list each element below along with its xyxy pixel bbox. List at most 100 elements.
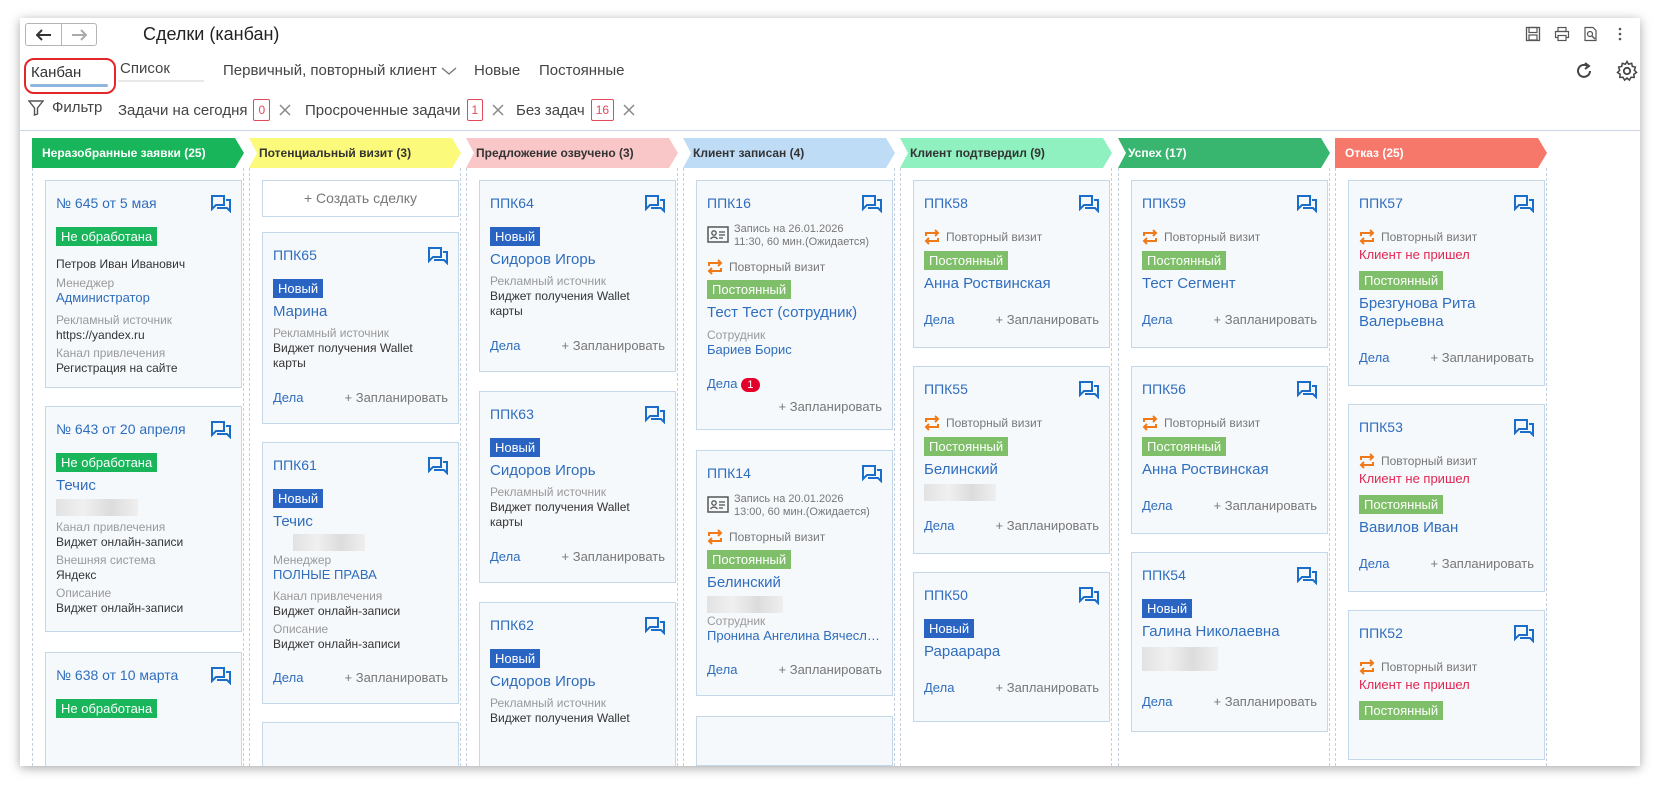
- print-icon[interactable]: [1553, 25, 1570, 42]
- save-icon[interactable]: [1524, 25, 1541, 42]
- client-link[interactable]: Сидоров Игорь: [490, 673, 670, 691]
- deal-number[interactable]: № 645 от 5 мая: [56, 195, 157, 211]
- deals-link[interactable]: Дела: [1142, 498, 1172, 513]
- plan-button[interactable]: + Запланировать: [996, 312, 1099, 327]
- deals-link[interactable]: Дела: [924, 518, 954, 533]
- deals-link[interactable]: Дела 1: [707, 376, 760, 392]
- deal-card[interactable]: № 643 от 20 апреля Не обработана Течис К…: [45, 406, 242, 632]
- more-icon[interactable]: [1611, 25, 1628, 42]
- deals-link[interactable]: Дела: [924, 312, 954, 327]
- deal-card[interactable]: № 638 от 10 марта Не обработана: [45, 652, 242, 766]
- deal-card[interactable]: [262, 722, 459, 766]
- deal-number[interactable]: № 643 от 20 апреля: [56, 421, 186, 437]
- deal-number[interactable]: ППК65: [273, 247, 317, 263]
- deal-number[interactable]: ППК56: [1142, 381, 1186, 397]
- chat-icon[interactable]: [1514, 195, 1534, 213]
- deal-card[interactable]: ППК52 Повторный визит Клиент не пришел П…: [1348, 610, 1545, 760]
- deal-number[interactable]: ППК57: [1359, 195, 1403, 211]
- employee-link[interactable]: Пронина Ангелина Вячеславовна: [707, 628, 885, 643]
- client-link[interactable]: Рараарара: [924, 643, 1104, 661]
- deals-link[interactable]: Дела: [1142, 694, 1172, 709]
- client-link[interactable]: Марина: [273, 303, 453, 321]
- filter-permanent[interactable]: Постоянные: [539, 62, 624, 79]
- client-link[interactable]: Белинский: [924, 461, 1104, 479]
- gear-icon[interactable]: [1616, 60, 1638, 82]
- chat-icon[interactable]: [1079, 587, 1099, 605]
- plan-button[interactable]: + Запланировать: [345, 390, 448, 405]
- deal-card[interactable]: ППК50 Новый Рараарара Дела + Запланирова…: [913, 572, 1110, 722]
- deal-card[interactable]: ППК59 Повторный визит Постоянный Тест Се…: [1131, 180, 1328, 348]
- forward-button[interactable]: [61, 24, 96, 45]
- deal-number[interactable]: № 638 от 10 марта: [56, 667, 178, 683]
- chat-icon[interactable]: [211, 667, 231, 685]
- deal-card[interactable]: ППК53 Повторный визит Клиент не пришел П…: [1348, 404, 1545, 592]
- chat-icon[interactable]: [211, 421, 231, 439]
- deals-link[interactable]: Дела: [273, 670, 303, 685]
- filter-no-tasks[interactable]: Без задач 16: [516, 99, 636, 121]
- client-link[interactable]: Тест Тест (сотрудник): [707, 304, 887, 322]
- manager-link[interactable]: Администратор: [56, 290, 234, 305]
- deal-number[interactable]: ППК55: [924, 381, 968, 397]
- deals-link[interactable]: Дела: [273, 390, 303, 405]
- deals-link[interactable]: Дела: [1359, 350, 1389, 365]
- plan-button[interactable]: + Запланировать: [562, 549, 665, 564]
- plan-button[interactable]: + Запланировать: [1214, 498, 1317, 513]
- chat-icon[interactable]: [645, 617, 665, 635]
- client-type-dropdown[interactable]: Первичный, повторный клиент: [223, 62, 457, 79]
- deal-card[interactable]: ППК58 Повторный визит Постоянный Анна Ро…: [913, 180, 1110, 348]
- plan-button[interactable]: + Запланировать: [996, 680, 1099, 695]
- deal-card[interactable]: ППК56 Повторный визит Постоянный Анна Ро…: [1131, 366, 1328, 534]
- plan-button[interactable]: + Запланировать: [996, 518, 1099, 533]
- deal-card[interactable]: ППК55 Повторный визит Постоянный Белинск…: [913, 366, 1110, 554]
- deal-number[interactable]: ППК61: [273, 457, 317, 473]
- client-link[interactable]: Сидоров Игорь: [490, 462, 670, 480]
- close-icon[interactable]: [491, 103, 505, 117]
- client-link[interactable]: Течис: [56, 477, 236, 495]
- deals-link[interactable]: Дела: [707, 662, 737, 677]
- deal-number[interactable]: ППК62: [490, 617, 534, 633]
- chat-icon[interactable]: [645, 195, 665, 213]
- deals-link[interactable]: Дела: [490, 338, 520, 353]
- deal-number[interactable]: ППК50: [924, 587, 968, 603]
- client-link[interactable]: Тест Сегмент: [1142, 275, 1322, 293]
- deal-card[interactable]: ППК63 Новый Сидоров Игорь Рекламный исто…: [479, 391, 676, 583]
- chat-icon[interactable]: [1079, 195, 1099, 213]
- tab-list[interactable]: Список: [120, 60, 170, 77]
- chat-icon[interactable]: [862, 465, 882, 483]
- deals-link[interactable]: Дела: [924, 680, 954, 695]
- refresh-icon[interactable]: [1574, 61, 1594, 81]
- filter-today[interactable]: Задачи на сегодня 0: [118, 99, 292, 121]
- deal-number[interactable]: ППК54: [1142, 567, 1186, 583]
- plan-button[interactable]: + Запланировать: [779, 399, 882, 414]
- plan-button[interactable]: + Запланировать: [1431, 350, 1534, 365]
- plan-button[interactable]: + Запланировать: [779, 662, 882, 677]
- deal-card[interactable]: ППК54 Новый Галина Николаевна Дела + Зап…: [1131, 552, 1328, 732]
- plan-button[interactable]: + Запланировать: [345, 670, 448, 685]
- chat-icon[interactable]: [1297, 195, 1317, 213]
- tab-kanban[interactable]: Канбан: [24, 58, 116, 94]
- deal-card[interactable]: [696, 716, 893, 766]
- filter-new[interactable]: Новые: [474, 62, 520, 79]
- plan-button[interactable]: + Запланировать: [1214, 694, 1317, 709]
- back-button[interactable]: [26, 24, 61, 45]
- chat-icon[interactable]: [862, 195, 882, 213]
- deals-link[interactable]: Дела: [490, 549, 520, 564]
- client-link[interactable]: Анна Роствинская: [1142, 461, 1322, 479]
- plan-button[interactable]: + Запланировать: [1431, 556, 1534, 571]
- client-link[interactable]: Белинский: [707, 574, 887, 592]
- chat-icon[interactable]: [211, 195, 231, 213]
- close-icon[interactable]: [278, 103, 292, 117]
- chat-icon[interactable]: [1514, 625, 1534, 643]
- client-link[interactable]: Сидоров Игорь: [490, 251, 670, 269]
- client-link[interactable]: Течис: [273, 513, 453, 531]
- deal-number[interactable]: ППК59: [1142, 195, 1186, 211]
- deal-card[interactable]: ППК64 Новый Сидоров Игорь Рекламный исто…: [479, 180, 676, 372]
- chat-icon[interactable]: [645, 406, 665, 424]
- deal-number[interactable]: ППК64: [490, 195, 534, 211]
- deal-card[interactable]: ППК62 Новый Сидоров Игорь Рекламный исто…: [479, 602, 676, 766]
- deal-card[interactable]: ППК14 Запись на 20.01.2026 13:00, 60 мин…: [696, 450, 893, 696]
- preview-icon[interactable]: [1582, 25, 1599, 42]
- client-link[interactable]: Брезгунова Рита Валерьевна: [1359, 295, 1539, 331]
- filter-overdue[interactable]: Просроченные задачи 1: [305, 99, 505, 121]
- deal-card[interactable]: № 645 от 5 мая Не обработана Петров Иван…: [45, 180, 242, 388]
